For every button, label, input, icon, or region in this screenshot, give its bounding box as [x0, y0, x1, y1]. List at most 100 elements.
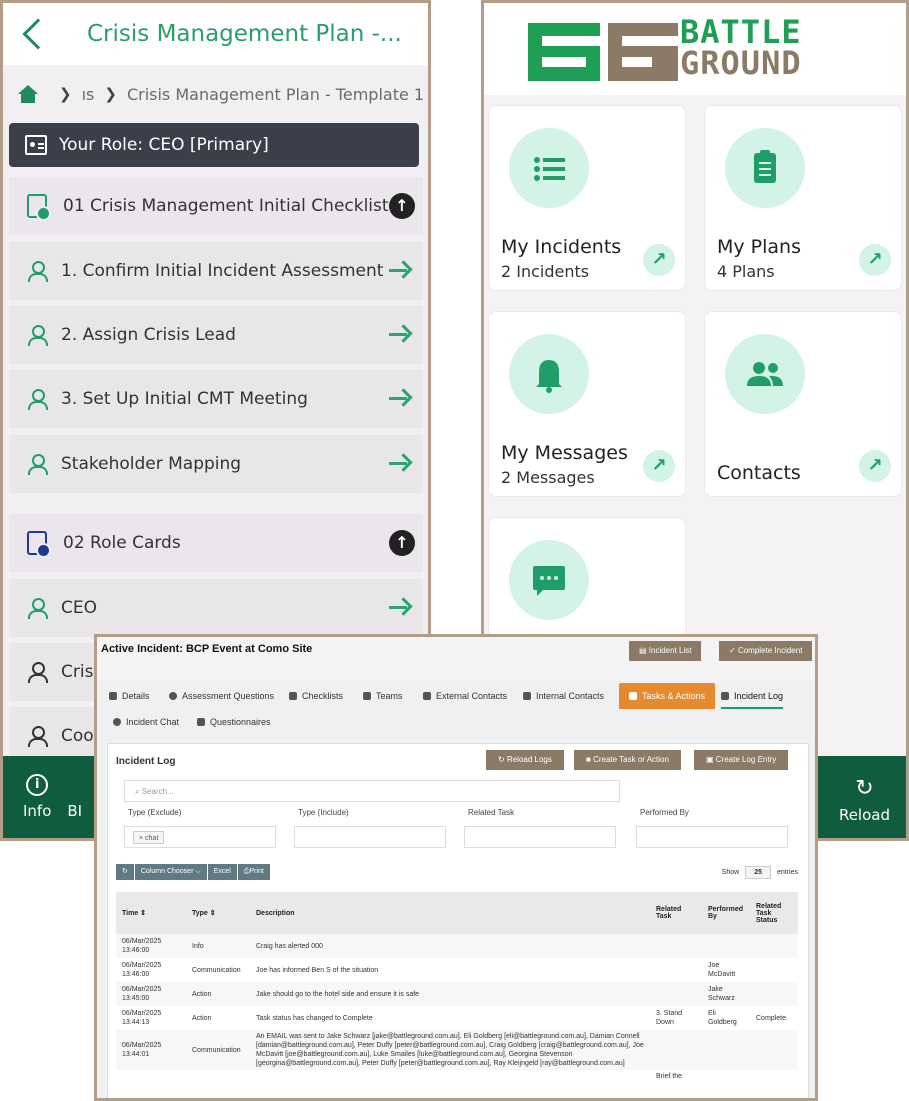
item-label: Crisi — [61, 662, 99, 682]
arrow-up-right-icon[interactable]: ↗ — [859, 450, 891, 482]
tab-details[interactable]: Details — [109, 683, 150, 709]
arrow-up-right-icon[interactable]: ↗ — [643, 450, 675, 482]
search-input[interactable]: ⌕ Search... — [124, 780, 620, 802]
item-label: 1. Confirm Initial Incident Assessment — [61, 261, 384, 281]
filter-label: Type (Exclude) — [128, 808, 182, 817]
breadcrumb-part[interactable]: ıs — [82, 85, 95, 104]
checklist-item[interactable]: 1. Confirm Initial Incident Assessment — [9, 242, 423, 300]
tab-teams[interactable]: Teams — [363, 683, 403, 709]
arrow-up-right-icon[interactable]: ↗ — [859, 244, 891, 276]
nav-info-label: Info — [23, 802, 52, 820]
cell-type: Action — [186, 1006, 250, 1030]
table-row[interactable]: 06/Mar/2025 13:44:01 Communication An EMAI… — [116, 1030, 798, 1070]
filter-chip[interactable]: × chat — [133, 831, 165, 844]
arrow-right-icon[interactable] — [389, 259, 411, 281]
card-my-plans[interactable]: My Plans 4 Plans ↗ — [704, 105, 902, 291]
cell-performed-by: Eli Goldberg — [702, 1006, 750, 1030]
section-label: 01 Crisis Management Initial Checklist — [63, 196, 389, 216]
cell-time: 06/Mar/2025 13:44:13 — [116, 1006, 186, 1030]
arrow-right-icon[interactable] — [389, 323, 411, 345]
excel-button[interactable]: Excel — [207, 864, 237, 880]
column-chooser-button[interactable]: Column Chooser ⌵ — [134, 864, 207, 880]
card-title: My Messages — [501, 442, 628, 464]
plan-title: Crisis Management Plan -... — [87, 21, 402, 47]
logo-text: BATTLE GROUND — [680, 13, 802, 82]
tab-questionnaires[interactable]: Questionnaires — [197, 709, 271, 735]
filter-label: Related Task — [468, 808, 515, 817]
checklist-item[interactable]: 3. Set Up Initial CMT Meeting — [9, 370, 423, 428]
print-button[interactable]: ⎙Print — [237, 864, 270, 880]
tab-tasks-actions[interactable]: Tasks & Actions — [619, 683, 716, 709]
checklist-item[interactable]: Stakeholder Mapping — [9, 435, 423, 493]
tab-assessment-questions[interactable]: Assessment Questions — [169, 683, 274, 709]
cell-description — [250, 1070, 650, 1083]
cell-task-status — [750, 934, 798, 958]
col-task-status[interactable]: Related Task Status — [750, 892, 798, 934]
col-related-task[interactable]: Related Task — [650, 892, 702, 934]
log-title: Incident Log — [116, 756, 176, 767]
collapse-up-icon[interactable]: ↑ — [389, 193, 415, 219]
col-description[interactable]: Description — [250, 892, 650, 934]
people-icon — [725, 334, 805, 414]
reload-logs-button[interactable]: ↻ Reload Logs — [486, 750, 564, 770]
table-row[interactable]: 06/Mar/2025 13:45:00 Action Jake should go… — [116, 982, 798, 1006]
breadcrumb-current: Crisis Management Plan - Template 1 — [126, 84, 425, 104]
create-log-button[interactable]: ▣ Create Log Entry — [694, 750, 789, 770]
incident-list-button[interactable]: ▤ Incident List — [629, 641, 702, 661]
reload-button[interactable]: ↻ Reload — [838, 778, 890, 825]
col-type[interactable]: Type ⇕ — [186, 892, 250, 934]
tab-incident-log[interactable]: Incident Log — [721, 683, 784, 709]
person-icon — [27, 389, 48, 410]
cell-related-task: Brief the — [650, 1070, 702, 1083]
item-label: Coo — [61, 726, 94, 746]
reload-label: Reload — [838, 806, 890, 824]
arrow-right-icon[interactable] — [389, 387, 411, 409]
table-row[interactable]: Brief the — [116, 1070, 798, 1083]
card-my-messages[interactable]: My Messages 2 Messages ↗ — [488, 311, 686, 497]
tab-internal-contacts[interactable]: Internal Contacts — [523, 683, 604, 709]
home-icon[interactable] — [17, 85, 39, 103]
section-header[interactable]: 01 Crisis Management Initial Checklist ↑ — [9, 177, 423, 235]
col-time[interactable]: Time ⇕ — [116, 892, 186, 934]
col-performed-by[interactable]: Performed By — [702, 892, 750, 934]
clipboard-clock-icon — [27, 531, 51, 558]
create-task-button[interactable]: ■ Create Task or Action — [574, 750, 681, 770]
arrow-up-right-icon[interactable]: ↗ — [643, 244, 675, 276]
tab-external-contacts[interactable]: External Contacts — [423, 683, 507, 709]
tab-checklists[interactable]: Checklists — [289, 683, 343, 709]
card-my-incidents[interactable]: My Incidents 2 Incidents ↗ — [488, 105, 686, 291]
cell-related-task — [650, 934, 702, 958]
chevron-right-icon: ❯ — [104, 85, 117, 103]
table-row[interactable]: 06/Mar/2025 13:46:00 Communication Joe has… — [116, 958, 798, 982]
item-label: 2. Assign Crisis Lead — [61, 325, 236, 345]
person-icon — [423, 692, 431, 700]
cell-task-status: Complete — [750, 1006, 798, 1030]
card-title: My Plans — [717, 236, 801, 258]
role-card-item[interactable]: CEO — [9, 579, 423, 637]
related-task-filter[interactable] — [464, 826, 616, 848]
arrow-right-icon[interactable] — [389, 596, 411, 618]
table-row[interactable]: 06/Mar/2025 13:44:13 Action Task status ha… — [116, 1006, 798, 1030]
question-icon — [169, 692, 177, 700]
checklist-item[interactable]: 2. Assign Crisis Lead — [9, 306, 423, 364]
type-include-filter[interactable] — [294, 826, 446, 848]
section-header[interactable]: 02 Role Cards ↑ — [9, 514, 423, 572]
type-exclude-filter[interactable]: × chat — [124, 826, 276, 848]
id-card-icon — [25, 135, 47, 155]
nav-bi[interactable]: BI — [67, 802, 82, 820]
performed-by-filter[interactable] — [636, 826, 788, 848]
tab-incident-chat[interactable]: Incident Chat — [113, 709, 179, 735]
table-row[interactable]: 06/Mar/2025 13:46:00 Info Craig has alerte… — [116, 934, 798, 958]
page-size-select[interactable]: 25 — [745, 866, 771, 879]
person-icon — [27, 325, 48, 346]
bell-icon — [721, 692, 729, 700]
card-contacts[interactable]: Contacts ↗ — [704, 311, 902, 497]
complete-incident-button[interactable]: ✓ Complete Incident — [719, 641, 813, 661]
arrow-right-icon[interactable] — [389, 452, 411, 474]
collapse-up-icon[interactable]: ↑ — [389, 530, 415, 556]
nav-info[interactable]: i Info — [23, 774, 51, 820]
grid-toolbar: ↻ Column Chooser ⌵ Excel ⎙Print — [116, 864, 271, 880]
refresh-grid-button[interactable]: ↻ — [116, 864, 134, 880]
back-icon[interactable] — [22, 18, 54, 50]
person-icon — [27, 261, 48, 282]
